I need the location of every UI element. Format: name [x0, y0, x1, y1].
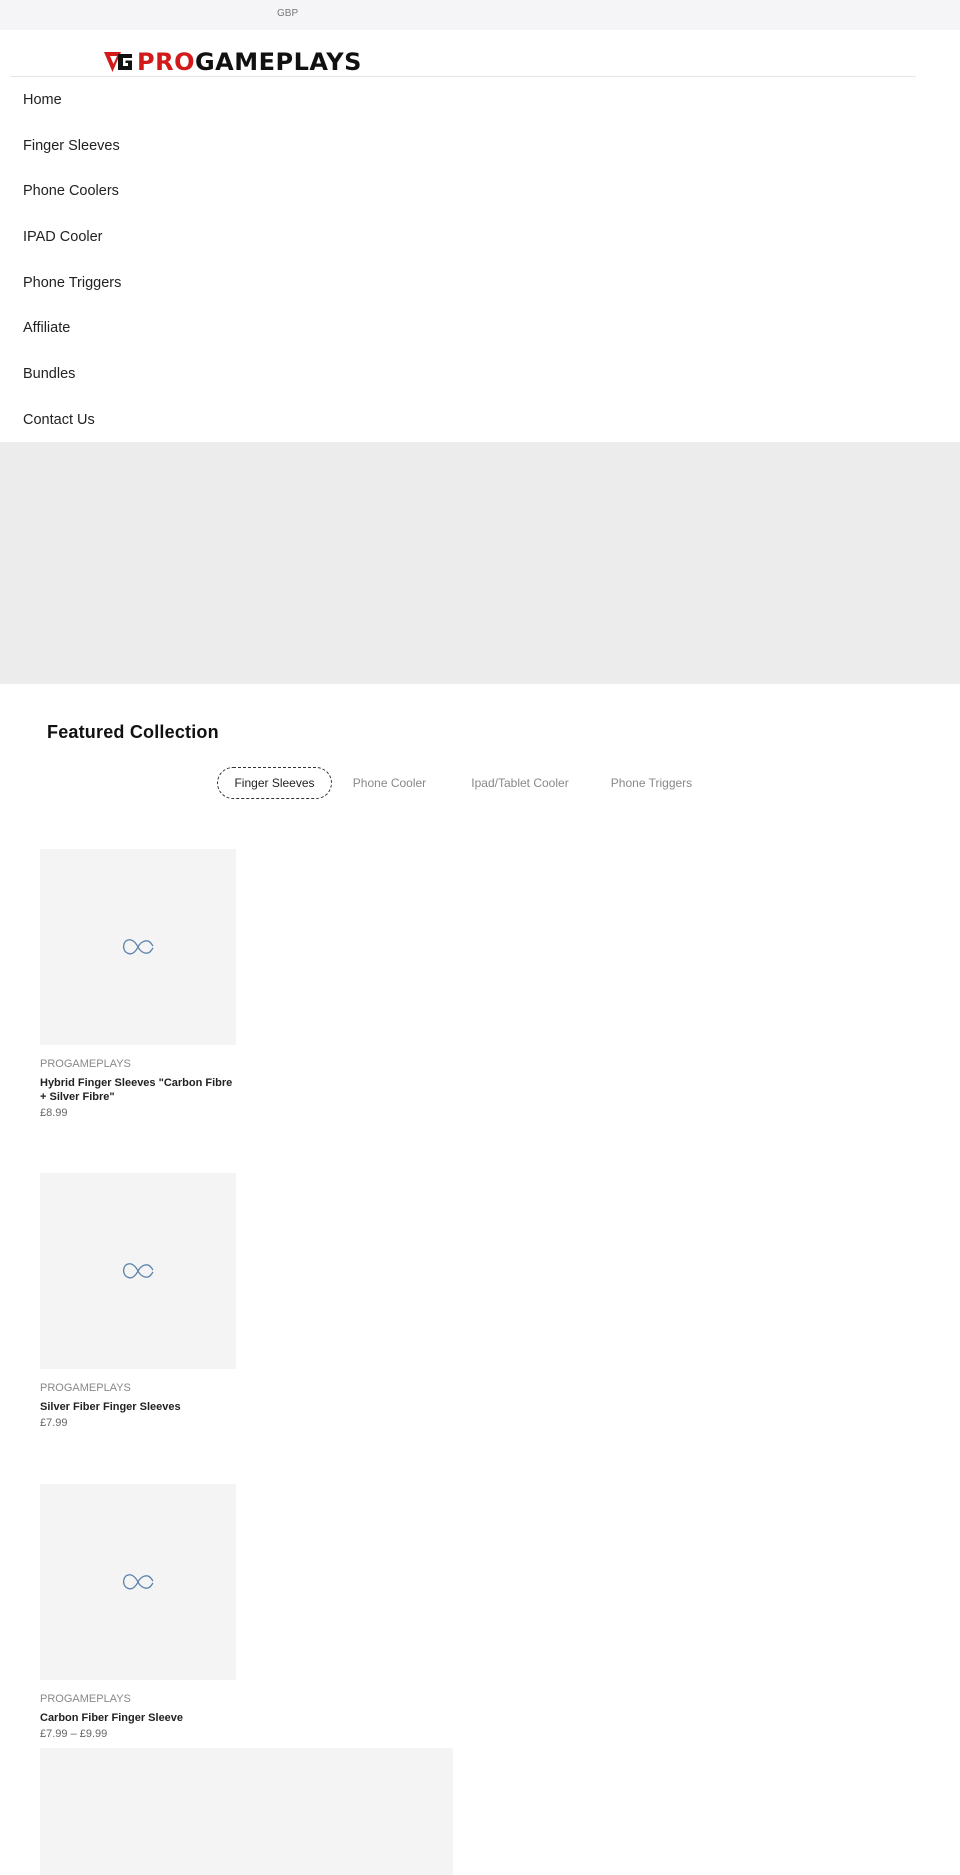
product-image[interactable] — [40, 849, 236, 1045]
top-bar: GBP — [0, 0, 960, 30]
nav-item-phone-triggers[interactable]: Phone Triggers — [0, 260, 960, 306]
site-logo[interactable]: PROGAMEPLAYS — [104, 50, 362, 74]
product-price: £7.99 — [40, 1417, 68, 1429]
nav-item-affiliate[interactable]: Affiliate — [0, 305, 960, 351]
tab-ipad-tablet-cooler[interactable]: Ipad/Tablet Cooler — [455, 767, 585, 799]
product-title[interactable]: Silver Fiber Finger Sleeves — [40, 1400, 236, 1414]
logo-text-pro: PRO — [137, 48, 195, 76]
product-image-partial[interactable] — [40, 1748, 453, 1875]
product-title[interactable]: Carbon Fiber Finger Sleeve — [40, 1711, 236, 1725]
logo-text-rest: GAMEPLAYS — [194, 48, 362, 76]
nav-item-ipad-cooler[interactable]: IPAD Cooler — [0, 214, 960, 260]
collection-tabs: Finger Sleeves Phone Cooler Ipad/Tablet … — [0, 767, 960, 799]
nav-item-finger-sleeves[interactable]: Finger Sleeves — [0, 123, 960, 169]
tab-phone-triggers[interactable]: Phone Triggers — [597, 767, 706, 799]
nav-item-home[interactable]: Home — [0, 77, 960, 123]
placeholder-icon — [122, 939, 154, 955]
logo-text: PROGAMEPLAYS — [137, 50, 362, 74]
placeholder-icon — [122, 1263, 154, 1279]
nav-item-phone-coolers[interactable]: Phone Coolers — [0, 168, 960, 214]
tab-finger-sleeves[interactable]: Finger Sleeves — [217, 767, 332, 799]
nav-item-contact-us[interactable]: Contact Us — [0, 397, 960, 443]
main-nav: Home Finger Sleeves Phone Coolers IPAD C… — [0, 77, 960, 443]
placeholder-icon — [122, 1574, 154, 1590]
product-price: £7.99 – £9.99 — [40, 1728, 108, 1740]
tab-phone-cooler[interactable]: Phone Cooler — [343, 767, 436, 799]
logo-mark-icon — [104, 52, 132, 72]
product-image[interactable] — [40, 1173, 236, 1369]
product-vendor: PROGAMEPLAYS — [40, 1693, 131, 1705]
product-vendor: PROGAMEPLAYS — [40, 1058, 131, 1070]
product-price: £8.99 — [40, 1107, 68, 1119]
product-title[interactable]: Hybrid Finger Sleeves "Carbon Fibre + Si… — [40, 1076, 236, 1104]
currency-selector[interactable]: GBP — [277, 8, 298, 19]
product-card[interactable]: PROGAMEPLAYS Hybrid Finger Sleeves "Carb… — [40, 849, 236, 1119]
product-image[interactable] — [40, 1484, 236, 1680]
featured-collection-title: Featured Collection — [47, 722, 219, 742]
nav-item-bundles[interactable]: Bundles — [0, 351, 960, 397]
product-card[interactable]: PROGAMEPLAYS Carbon Fiber Finger Sleeve … — [40, 1484, 236, 1740]
product-vendor: PROGAMEPLAYS — [40, 1382, 131, 1394]
hero-banner — [0, 442, 960, 684]
product-card[interactable]: PROGAMEPLAYS Silver Fiber Finger Sleeves… — [40, 1173, 236, 1429]
